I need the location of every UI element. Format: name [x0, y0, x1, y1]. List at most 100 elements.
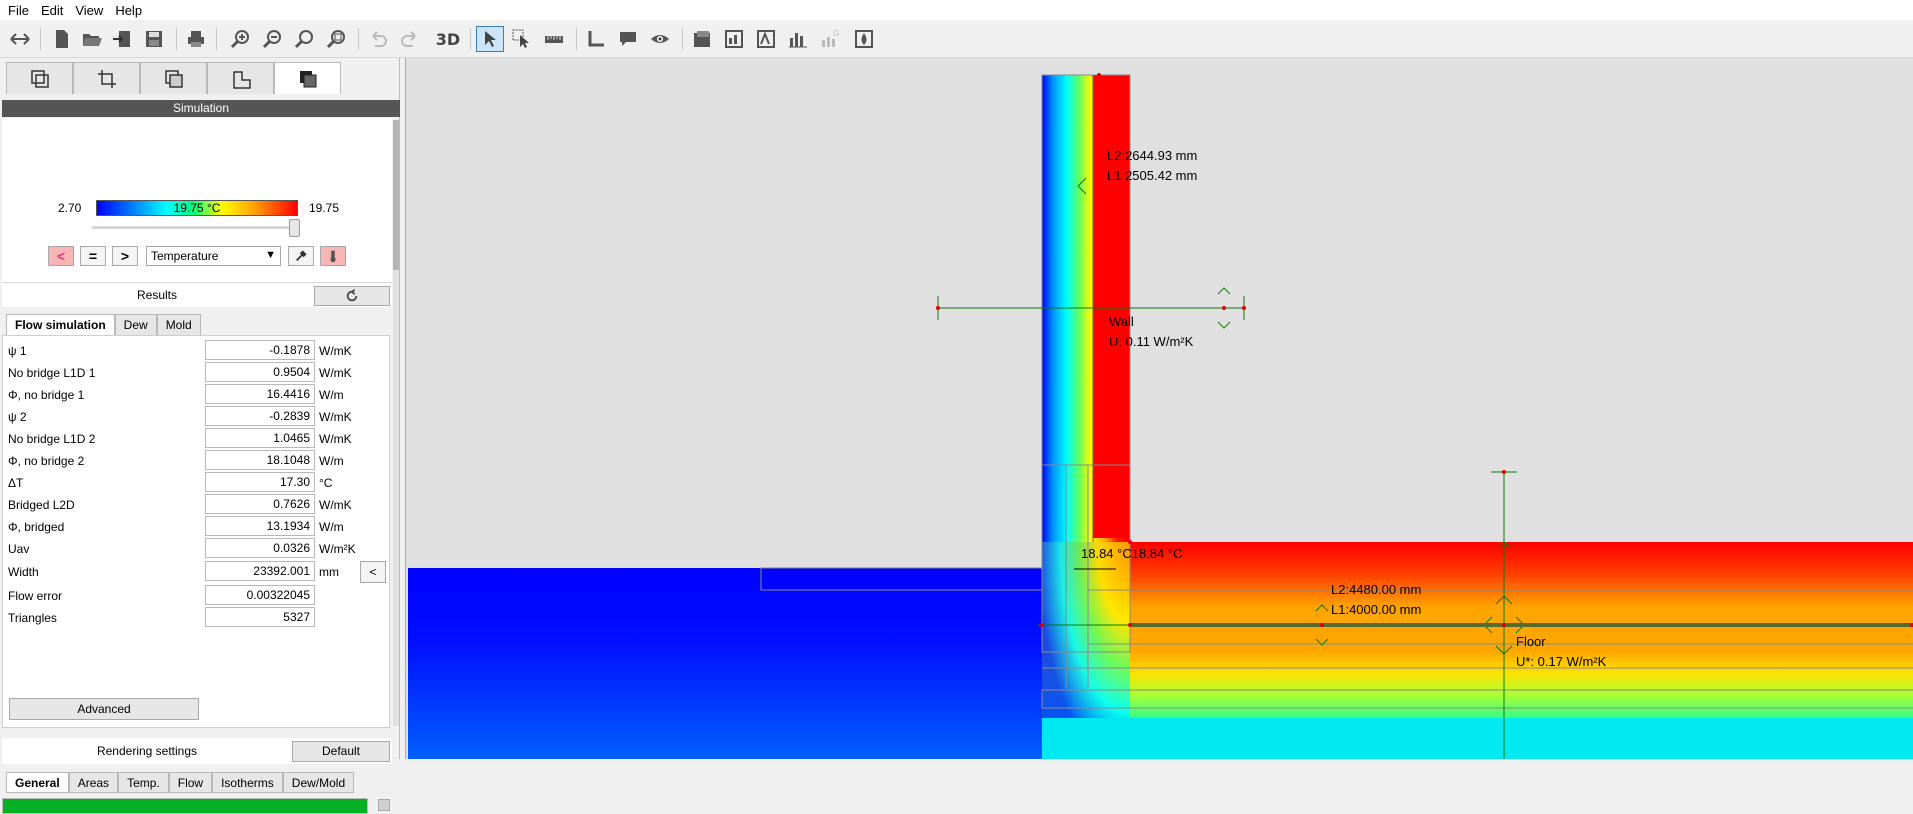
refresh-icon: [346, 289, 358, 302]
simulation-icon: [299, 70, 316, 87]
result-value[interactable]: -0.1878: [205, 340, 315, 360]
tab-mesh[interactable]: [207, 62, 274, 94]
simulation-view[interactable]: L2:2644.93 mm L1:2505.42 mm Wall U: 0.11…: [406, 58, 1913, 759]
result-unit: mm: [319, 565, 339, 579]
quantity-select[interactable]: Temperature ▼: [146, 246, 281, 266]
comment-button[interactable]: [614, 26, 642, 52]
zoom-in-button[interactable]: [226, 26, 254, 52]
zoom-window-button[interactable]: [322, 26, 350, 52]
humidity-button[interactable]: [850, 26, 878, 52]
save-button[interactable]: [140, 26, 168, 52]
result-value[interactable]: 1.0465: [205, 428, 315, 448]
tab-temp[interactable]: Temp.: [118, 772, 169, 793]
tab-mold[interactable]: Mold: [156, 314, 201, 335]
pointer-box-icon: [512, 29, 529, 48]
table-row: ψ 2 -0.2839 W/mK: [3, 406, 391, 428]
result-value[interactable]: -0.2839: [205, 406, 315, 426]
scale-slider-thumb[interactable]: [289, 219, 300, 237]
view-button[interactable]: [646, 26, 674, 52]
g-chart-button[interactable]: G: [816, 26, 844, 52]
tab-boundaries[interactable]: [73, 62, 140, 94]
new-file-button[interactable]: [48, 26, 76, 52]
overlap-icon: [164, 69, 183, 88]
tab-isotherms[interactable]: Isotherms: [212, 772, 283, 793]
advanced-button[interactable]: Advanced: [9, 698, 199, 720]
result-label: ψ 1: [8, 344, 27, 358]
progress-stop-button[interactable]: [378, 799, 390, 811]
result-value[interactable]: 16.4416: [205, 384, 315, 404]
result-value[interactable]: 5327: [205, 607, 315, 627]
tab-flow-simulation[interactable]: Flow simulation: [6, 314, 115, 335]
ruler-icon: [545, 36, 563, 43]
result-unit: W/m: [319, 454, 344, 468]
result-unit: W/mK: [319, 432, 352, 446]
tab-dew-mold[interactable]: Dew/Mold: [282, 772, 355, 793]
result-value[interactable]: 17.30: [205, 472, 315, 492]
import-icon: [113, 31, 130, 47]
scale-reset-button[interactable]: [320, 246, 346, 266]
result-value[interactable]: 0.7626: [205, 494, 315, 514]
drawing-canvas[interactable]: L2:2644.93 mm L1:2505.42 mm Wall U: 0.11…: [405, 58, 1913, 759]
select-area-button[interactable]: [508, 26, 536, 52]
zoom-out-button[interactable]: [258, 26, 286, 52]
menu-help[interactable]: Help: [109, 3, 148, 18]
panel-scrollbar[interactable]: [393, 120, 399, 726]
result-value[interactable]: 0.9504: [205, 362, 315, 382]
eyedropper-icon: [296, 250, 307, 261]
result-value[interactable]: 0.00322045: [205, 585, 315, 605]
print-button[interactable]: [182, 26, 210, 52]
table-row: Uav 0.0326 W/m²K: [3, 538, 391, 560]
result-label: Φ, no bridge 2: [8, 454, 85, 468]
export-image-button[interactable]: [688, 26, 716, 52]
tab-areas[interactable]: Areas: [68, 772, 119, 793]
refresh-button[interactable]: [314, 286, 390, 306]
scrollbar-thumb[interactable]: [393, 120, 399, 270]
table-row: Flow error 0.00322045: [3, 585, 391, 607]
rendering-settings-bar: Rendering settings Default: [2, 738, 392, 764]
bar-chart-button[interactable]: [784, 26, 812, 52]
menu-file[interactable]: File: [2, 3, 35, 18]
width-apply-button[interactable]: <: [360, 561, 386, 583]
progress-bar: [2, 798, 368, 814]
result-label: Flow error: [8, 589, 63, 603]
results-tabs: Flow simulation Dew Mold: [6, 314, 201, 335]
result-value[interactable]: 0.0326: [205, 538, 315, 558]
tab-flow[interactable]: Flow: [168, 772, 213, 793]
menu-view[interactable]: View: [69, 3, 109, 18]
fit-view-button[interactable]: [6, 26, 34, 52]
tab-geometry[interactable]: [6, 62, 73, 94]
redo-button[interactable]: [396, 26, 424, 52]
undo-icon: [372, 31, 387, 47]
width-field[interactable]: 23392.001: [205, 561, 315, 581]
menu-edit[interactable]: Edit: [35, 3, 69, 18]
zoom-window-icon: [326, 30, 345, 49]
next-button[interactable]: >: [112, 246, 138, 266]
progress-fill: [3, 799, 367, 813]
scale-slider-track[interactable]: [92, 226, 300, 229]
open-file-button[interactable]: [78, 26, 106, 52]
tab-materials[interactable]: [140, 62, 207, 94]
undo-button[interactable]: [364, 26, 392, 52]
import-button[interactable]: [108, 26, 136, 52]
pick-point-button[interactable]: [288, 246, 314, 266]
tab-general[interactable]: General: [6, 772, 69, 793]
tab-simulation[interactable]: [274, 62, 341, 94]
profile-button[interactable]: [752, 26, 780, 52]
equal-button[interactable]: =: [80, 246, 106, 266]
tab-dew[interactable]: Dew: [114, 314, 157, 335]
table-row: ψ 1 -0.1878 W/mK: [3, 340, 391, 362]
result-value[interactable]: 13.1934: [205, 516, 315, 536]
result-value[interactable]: 18.1048: [205, 450, 315, 470]
results-label: Results: [136, 288, 177, 302]
previous-button[interactable]: <: [48, 246, 74, 266]
speech-bubble-icon: [620, 32, 636, 46]
corner-tool-button[interactable]: [582, 26, 610, 52]
result-unit: W/m: [319, 388, 344, 402]
measure-button[interactable]: [540, 26, 568, 52]
zoom-fit-button[interactable]: [290, 26, 318, 52]
ground-region: [408, 568, 1045, 759]
select-tool-button[interactable]: [476, 26, 504, 52]
report-button[interactable]: [720, 26, 748, 52]
result-unit: °C: [319, 476, 333, 490]
3d-view-button[interactable]: 3D: [434, 26, 462, 52]
